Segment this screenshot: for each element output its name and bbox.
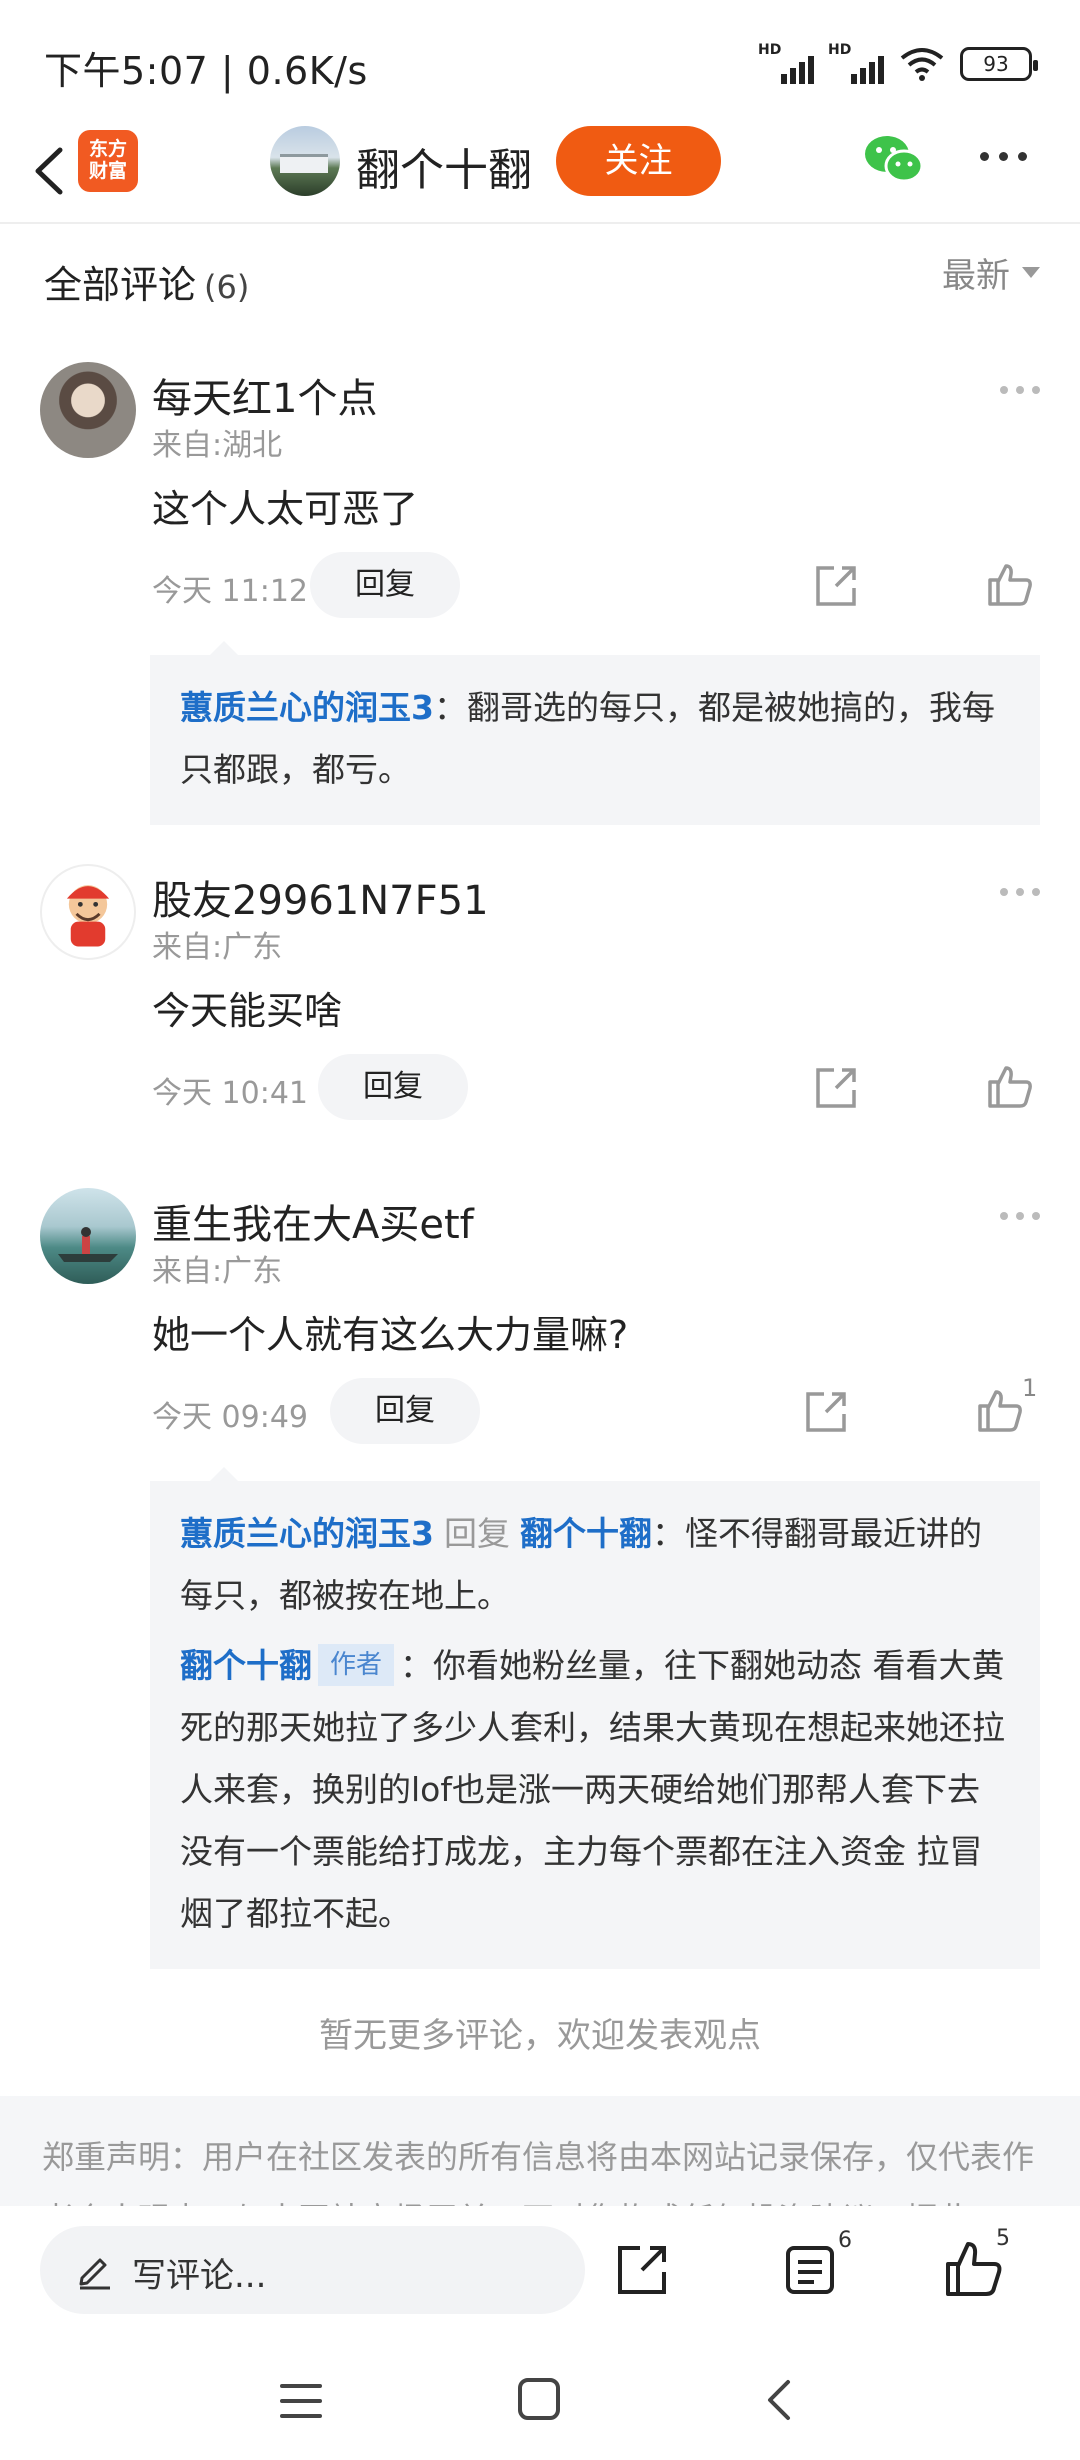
reply-button[interactable]: 回复 [310, 552, 460, 618]
wifi-icon [900, 48, 944, 81]
reply-button[interactable]: 回复 [330, 1378, 480, 1444]
reply-thread: 蕙质兰心的润玉3：翻哥选的每只，都是被她搞的，我每只都跟，都亏。 [150, 641, 1040, 825]
reply-thread: 蕙质兰心的润玉3 回复 翻个十翻：怪不得翻哥最近讲的每只，都被按在地上。 翻个十翻作… [150, 1467, 1040, 1969]
comment-location: 来自:广东 [152, 930, 283, 965]
system-nav-bar [0, 2340, 1080, 2460]
comment-username[interactable]: 重生我在大A买etf [152, 1192, 474, 1250]
thumbs-up-icon[interactable] [986, 1062, 1034, 1110]
reply-username[interactable]: 翻个十翻 [180, 1646, 312, 1685]
author-badge: 作者 [318, 1644, 395, 1686]
caret-down-icon [1022, 267, 1040, 278]
thumbs-up-icon[interactable] [944, 2238, 1004, 2298]
sort-dropdown[interactable]: 最新 [942, 248, 1040, 297]
comment-location: 来自:湖北 [152, 428, 283, 463]
comment-item: 重生我在大A买etf 来自:广东 她一个人就有这么大力量嘛? 今天 09:49 … [0, 1166, 1080, 1969]
system-back-icon[interactable] [760, 2376, 800, 2424]
bottom-action-bar: 写评论... 6 5 [0, 2206, 1080, 2340]
comment-location: 来自:广东 [152, 1254, 283, 1289]
reply-item: 蕙质兰心的润玉3 回复 翻个十翻：怪不得翻哥最近讲的每只，都被按在地上。 [180, 1503, 1010, 1627]
comment-time: 今天 10:41 [152, 1076, 308, 1111]
menu-icon[interactable] [280, 2384, 322, 2429]
status-icons: HD HD 93 [758, 42, 1038, 84]
comment-input-placeholder: 写评论... [132, 2256, 267, 2296]
comment-text: 她一个人就有这么大力量嘛? [152, 1313, 629, 1357]
comments-icon[interactable] [782, 2242, 838, 2298]
comment-text: 这个人太可恶了 [152, 487, 419, 531]
comment-time: 今天 11:12 [152, 574, 308, 609]
wechat-icon[interactable] [862, 132, 926, 188]
thumbs-up-icon[interactable] [976, 1386, 1024, 1434]
share-icon[interactable] [812, 562, 860, 610]
home-icon[interactable] [518, 2378, 560, 2420]
comments-count: (6) [204, 268, 250, 306]
disclaimer: 郑重声明：用户在社区发表的所有信息将由本网站记录保存，仅代表作者个人观点，与本网… [0, 2096, 1080, 2206]
comment-input[interactable]: 写评论... [40, 2226, 585, 2314]
comment-more-icon[interactable] [1000, 386, 1040, 394]
nav-bar: 东方 财富 翻个十翻 关注 [0, 120, 1080, 224]
follow-button[interactable]: 关注 [556, 126, 721, 196]
disclaimer-text: 郑重声明：用户在社区发表的所有信息将由本网站记录保存，仅代表作者个人观点，与本网… [42, 2138, 1035, 2206]
comments-header: 全部评论 (6) 最新 [0, 226, 1080, 326]
comment-more-icon[interactable] [1000, 1212, 1040, 1220]
share-icon[interactable] [802, 1388, 850, 1436]
eastmoney-logo[interactable]: 东方 财富 [78, 130, 138, 192]
reply-username[interactable]: 蕙质兰心的润玉3 [180, 688, 434, 727]
comment-username[interactable]: 每天红1个点 [152, 366, 377, 424]
back-arrow-icon[interactable] [20, 138, 80, 204]
reply-text: ：你看她粉丝量，往下翻她动态 看看大黄死的那天她拉了多少人套利，结果大黄现在想起… [180, 1646, 1005, 1933]
signal-icon: HD [828, 42, 884, 84]
reply-target[interactable]: 翻个十翻 [520, 1514, 652, 1553]
reply-username[interactable]: 蕙质兰心的润玉3 [180, 1514, 434, 1553]
more-options-icon[interactable] [980, 152, 1027, 161]
user-avatar[interactable] [40, 362, 136, 458]
pen-icon [79, 2258, 110, 2290]
user-avatar[interactable] [40, 864, 136, 960]
author-name[interactable]: 翻个十翻 [356, 134, 532, 198]
like-count: 1 [1022, 1374, 1038, 1402]
reply-word: 回复 [443, 1514, 510, 1553]
comment-more-icon[interactable] [1000, 888, 1040, 896]
reply-item: 翻个十翻 作者 ：你看她粉丝量，往下翻她动态 看看大黄死的那天她拉了多少人套利，结果… [180, 1635, 1010, 1945]
comment-item: 股友29961N7F51 来自:广东 今天能买啥 今天 10:41 回复 [0, 842, 1080, 1142]
comments-title: 全部评论 (6) [44, 263, 250, 307]
like-count-badge: 5 [996, 2226, 1010, 2251]
author-avatar[interactable] [270, 126, 340, 196]
no-more-comments: 暂无更多评论，欢迎发表观点 [319, 2016, 761, 2056]
status-bar: 下午5:07 | 0.6K/s HD HD 93 [0, 0, 1080, 120]
share-icon[interactable] [614, 2242, 670, 2298]
comment-text: 今天能买啥 [152, 989, 343, 1033]
status-time-speed: 下午5:07 | 0.6K/s [44, 49, 368, 93]
thumbs-up-icon[interactable] [986, 560, 1034, 608]
reply-item: 蕙质兰心的润玉3：翻哥选的每只，都是被她搞的，我每只都跟，都亏。 [180, 677, 1010, 801]
battery-icon: 93 [960, 47, 1038, 81]
comment-username[interactable]: 股友29961N7F51 [152, 868, 489, 926]
comment-time: 今天 09:49 [152, 1400, 308, 1435]
comment-item: 每天红1个点 来自:湖北 这个人太可恶了 今天 11:12 回复 蕙质兰心的润玉… [0, 340, 1080, 825]
reply-button[interactable]: 回复 [318, 1054, 468, 1120]
user-avatar[interactable] [40, 1188, 136, 1284]
signal-icon: HD [758, 42, 814, 84]
comments-count-badge: 6 [838, 2228, 852, 2253]
share-icon[interactable] [812, 1064, 860, 1112]
